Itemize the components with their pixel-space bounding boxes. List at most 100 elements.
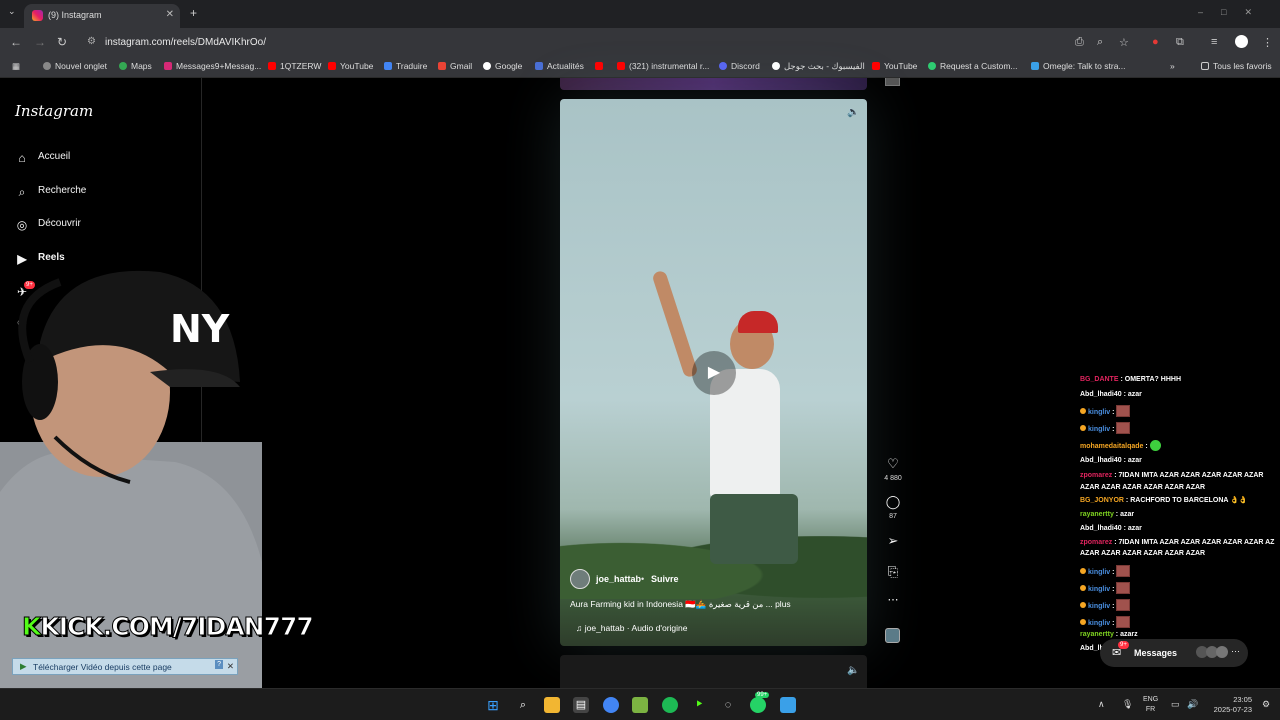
all-bookmarks-folder[interactable]: Tous les favoris <box>1201 61 1272 71</box>
app-icon[interactable] <box>780 697 796 713</box>
reel-video[interactable]: 🔈 ▶ joe_hattab • Suivre Aura Farming kid… <box>560 99 867 646</box>
video-download-bar[interactable]: ▶ Télécharger Vidéo depuis cette page ? … <box>12 658 238 675</box>
bookmark-item[interactable] <box>595 61 607 71</box>
chat-username[interactable]: Abd_lhadi40 <box>1080 391 1122 398</box>
tab-instagram[interactable]: (9) Instagram ✕ <box>24 4 180 28</box>
like-heart-icon[interactable]: ♡ <box>885 456 901 472</box>
obs-icon[interactable]: ◌ <box>720 697 736 713</box>
file-explorer-icon[interactable] <box>544 697 560 713</box>
close-tab-icon[interactable]: ✕ <box>166 9 174 20</box>
bookmark-item[interactable]: Maps <box>119 61 152 71</box>
messages-button[interactable]: ✉ 9+ Messages ⋯ <box>1100 639 1248 667</box>
chat-username[interactable]: kingliv <box>1088 620 1110 627</box>
follow-button[interactable]: Suivre <box>651 574 679 584</box>
chat-username[interactable]: zpomarez <box>1080 539 1112 546</box>
previous-reel[interactable] <box>560 78 867 90</box>
chat-username[interactable]: Abd_lhadi40 <box>1080 525 1122 532</box>
volume-icon[interactable]: 🔈 <box>847 107 859 118</box>
whatsapp-icon[interactable] <box>750 697 766 713</box>
reel-caption[interactable]: Aura Farming kid in Indonesia 🇮🇩🚣 من قري… <box>570 599 791 610</box>
spotify-icon[interactable] <box>662 697 678 713</box>
help-icon[interactable]: ? <box>215 660 223 669</box>
chat-username[interactable]: Abd_lhadi40 <box>1080 457 1122 464</box>
instagram-logo[interactable]: Instagram <box>15 102 93 120</box>
chat-message: kingliv : <box>1080 599 1131 611</box>
bookmark-item[interactable]: الفيسبوك - بحث جوجل <box>772 61 865 72</box>
tray-chevron-icon[interactable]: ∧ <box>1098 699 1105 710</box>
chat-username[interactable]: kingliv <box>1088 569 1110 576</box>
close-icon[interactable]: ✕ <box>227 661 234 672</box>
chat-username[interactable]: kingliv <box>1088 603 1110 610</box>
extensions-puzzle-icon[interactable]: ⧉ <box>1176 36 1184 49</box>
chat-username[interactable]: zpomarez <box>1080 472 1112 479</box>
network-icon[interactable]: ▭ <box>1171 699 1180 710</box>
bookmark-item[interactable]: YouTube <box>328 61 373 71</box>
apps-grid-icon[interactable]: ▦ <box>12 61 20 72</box>
nav-explore[interactable]: ◎ Découvrir <box>15 218 81 232</box>
install-app-icon[interactable]: ⎙ <box>1075 36 1084 49</box>
bookmark-item[interactable]: 1QTZERW <box>268 61 321 71</box>
bookmark-item[interactable]: YouTube <box>872 61 917 71</box>
volume-icon[interactable]: 🔊 <box>1187 699 1198 710</box>
site-info-icon[interactable]: ⚙ <box>87 36 96 47</box>
app-icon[interactable] <box>632 697 648 713</box>
save-bookmark-icon[interactable]: ⎘ <box>885 564 901 580</box>
comment-icon[interactable]: ◯ <box>885 494 901 510</box>
volume-icon[interactable]: 🔈 <box>847 665 859 676</box>
extension-icon[interactable]: ● <box>1152 36 1159 48</box>
author-username[interactable]: joe_hattab <box>596 574 641 584</box>
bookmark-item[interactable]: Actualités <box>535 61 584 71</box>
chat-username[interactable]: kingliv <box>1088 409 1110 416</box>
chat-username[interactable]: rayanertty <box>1080 511 1114 518</box>
more-options-icon[interactable]: ⋯ <box>885 593 901 606</box>
whatsapp-badge: 99+ <box>755 692 770 698</box>
notifications-icon[interactable]: ⚙ <box>1262 699 1270 710</box>
share-icon[interactable]: ➢ <box>885 533 901 549</box>
bookmark-item[interactable]: Request a Custom... <box>928 61 1017 71</box>
windows-start-icon[interactable]: ⊞ <box>485 697 501 713</box>
bookmark-star-icon[interactable]: ☆ <box>1119 36 1129 49</box>
chat-username[interactable]: kingliv <box>1088 426 1110 433</box>
previous-audio-thumbnail[interactable] <box>885 78 900 86</box>
chat-username[interactable]: BG_DANTE <box>1080 376 1119 383</box>
back-icon[interactable]: ← <box>10 35 22 49</box>
search-icon[interactable]: ⌕ <box>515 697 531 713</box>
chat-username[interactable]: rayanertty <box>1080 631 1114 638</box>
bookmark-item[interactable]: Messages9+Messag... <box>164 61 261 71</box>
bookmark-item[interactable]: Google <box>483 61 522 71</box>
bookmark-item[interactable]: Traduire <box>384 61 427 71</box>
chat-username[interactable]: BG_JONYOR <box>1080 497 1124 504</box>
menu-kebab-icon[interactable]: ⋮ <box>1262 36 1273 49</box>
zoom-icon[interactable]: ⌕ <box>1097 36 1103 49</box>
profile-avatar-icon[interactable] <box>1235 35 1248 48</box>
bookmark-item[interactable]: Discord <box>719 61 760 71</box>
avatar[interactable] <box>570 569 590 589</box>
nav-search[interactable]: ⌕ Recherche <box>15 185 87 199</box>
forward-icon[interactable]: → <box>34 35 46 49</box>
nav-home[interactable]: ⌂ Accueil <box>15 151 70 165</box>
url-text[interactable]: instagram.com/reels/DMdAVIKhrOo/ <box>105 37 266 48</box>
tab-search-chevron-icon[interactable]: ⌄ <box>8 6 16 17</box>
media-list-icon[interactable]: ≡ <box>1211 36 1217 48</box>
play-button[interactable]: ▶ <box>692 351 736 395</box>
reload-icon[interactable]: ↻ <box>57 35 67 49</box>
chat-username[interactable]: kingliv <box>1088 586 1110 593</box>
bookmark-item[interactable]: Gmail <box>438 61 472 71</box>
clock[interactable]: 23:05 2025-07-23 <box>1208 695 1252 715</box>
kick-studio-icon[interactable]: ⯈ <box>691 697 707 713</box>
more-bookmarks-icon[interactable]: » <box>1170 61 1175 71</box>
store-icon[interactable]: ▤ <box>573 697 589 713</box>
chat-message: BG_DANTE : OMERTA? HHHH <box>1080 376 1181 383</box>
language-indicator[interactable]: ENG FR <box>1143 695 1158 715</box>
chat-message: rayanertty : azarz <box>1080 631 1138 638</box>
bookmark-item[interactable]: (321) instrumental r... <box>617 61 709 71</box>
microphone-icon[interactable]: 🎙 <box>1122 699 1133 710</box>
audio-link[interactable]: ♫ joe_hattab · Audio d'origine <box>576 623 688 633</box>
bookmark-item[interactable]: Omegle: Talk to stra... <box>1031 61 1126 71</box>
audio-thumbnail[interactable] <box>885 628 900 643</box>
new-tab-icon[interactable]: + <box>190 6 197 20</box>
chrome-icon[interactable] <box>603 697 619 713</box>
window-controls[interactable]: –□✕ <box>1198 7 1270 18</box>
chat-username[interactable]: mohamedaitalqade <box>1080 443 1143 450</box>
bookmark-item[interactable]: Nouvel onglet <box>43 61 107 71</box>
